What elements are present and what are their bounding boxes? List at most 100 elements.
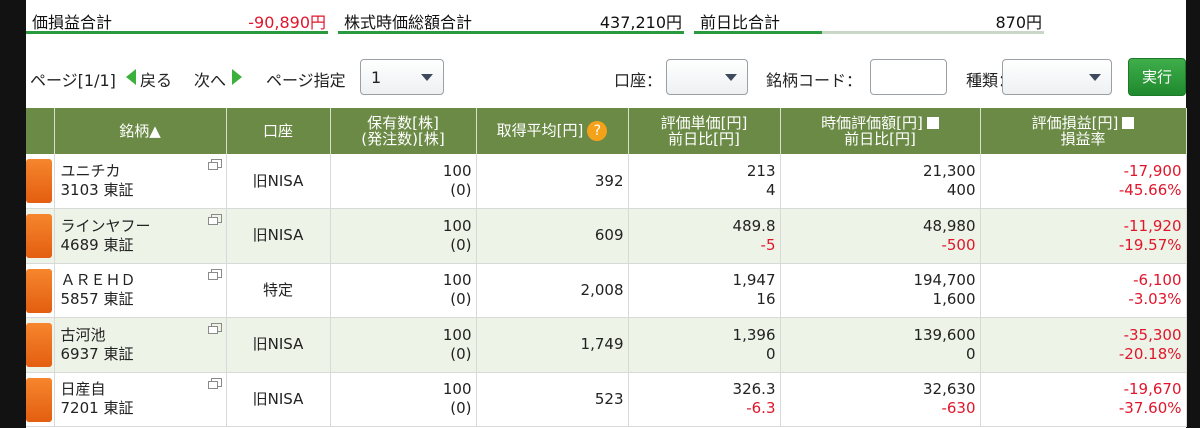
- summary-pl-value: -90,890円: [248, 13, 326, 32]
- order-quantity: (0): [450, 181, 472, 199]
- unit-price-cell: 213 4: [628, 154, 781, 209]
- summary-change-value: 870円: [995, 13, 1042, 32]
- held-quantity: 100: [442, 216, 472, 235]
- new-window-icon[interactable]: [207, 159, 222, 170]
- header-market-line2: 前日比[円]: [844, 130, 916, 148]
- account-cell: 旧NISA: [226, 208, 331, 264]
- stock-code: 7201 東証: [60, 399, 134, 418]
- market-value-cell: 21,300 400: [780, 154, 981, 209]
- unit-price: 489.8: [732, 216, 776, 235]
- quantity-cell: 100 (0): [330, 263, 477, 318]
- row-action-cell: [26, 154, 55, 209]
- unit-price: 213: [746, 162, 776, 180]
- stock-name-link[interactable]: 古河池: [61, 326, 222, 345]
- stock-name-cell: 古河池 6937 東証: [54, 317, 227, 373]
- summary-day-change: 前日比合計 870円: [694, 0, 1044, 34]
- market-value-change: 400: [946, 181, 976, 199]
- order-quantity: (0): [450, 399, 472, 418]
- stock-name-link[interactable]: 日産自: [61, 380, 222, 399]
- header-average-label: 取得平均[円]: [496, 121, 584, 140]
- average-cost-cell: 392: [476, 154, 629, 209]
- quantity-cell: 100 (0): [330, 317, 477, 373]
- average-cost-cell: 609: [476, 208, 629, 264]
- profit-loss-cell: -17,900 -45.66%: [980, 154, 1187, 209]
- profit-loss-rate: -3.03%: [1128, 290, 1182, 309]
- stock-name-cell: ユニチカ 3103 東証: [54, 154, 227, 209]
- stock-name-cell: ＡＲＥＨＤ 5857 東証: [54, 263, 227, 318]
- market-value-cell: 32,630 -630: [780, 372, 981, 427]
- page-info: ページ[1/1]: [30, 71, 116, 90]
- stock-name-link[interactable]: ユニチカ: [61, 162, 222, 181]
- unit-price-cell: 489.8 -5: [628, 208, 781, 264]
- profit-loss-rate: -37.60%: [1118, 399, 1182, 418]
- account-cell: 旧NISA: [226, 317, 331, 373]
- market-value: 139,600: [913, 325, 976, 344]
- header-average-cost: 取得平均[円]?: [476, 108, 629, 154]
- stock-code: 3103 東証: [60, 181, 134, 199]
- header-pl-checkbox[interactable]: [1122, 117, 1135, 129]
- trade-button[interactable]: [26, 268, 52, 313]
- trade-button[interactable]: [26, 323, 52, 367]
- header-stock-name[interactable]: 銘柄▲: [54, 108, 227, 154]
- summary-pl-label: 価損益合計: [32, 13, 113, 32]
- new-window-icon[interactable]: [207, 323, 222, 334]
- chevron-down-icon: [421, 74, 433, 81]
- profit-loss: -35,300: [1123, 325, 1182, 344]
- left-screen-edge: [0, 0, 26, 428]
- header-quantity-line1: 保有数[株]: [367, 114, 439, 132]
- row-action-cell: [26, 372, 55, 427]
- trade-button[interactable]: [26, 377, 52, 422]
- new-window-icon[interactable]: [207, 377, 222, 389]
- summary-change-label: 前日比合計: [700, 13, 781, 32]
- average-cost-cell: 1,749: [476, 317, 629, 373]
- order-quantity: (0): [450, 344, 472, 363]
- page-select-label: ページ指定: [266, 71, 346, 90]
- table-row: 日産自 7201 東証 旧NISA 100 (0) 523 326.3 -6.3 32,630-…: [26, 372, 1187, 427]
- profit-loss: -6,100: [1133, 271, 1182, 290]
- market-value-change: 0: [965, 344, 976, 363]
- next-arrow-icon[interactable]: [232, 69, 242, 85]
- held-quantity: 100: [442, 380, 472, 399]
- account-cell: 旧NISA: [226, 154, 331, 209]
- new-window-icon[interactable]: [207, 214, 222, 225]
- account-label: 口座：: [614, 71, 663, 90]
- type-select[interactable]: [1002, 59, 1112, 95]
- trade-button[interactable]: [26, 214, 52, 258]
- profit-loss-cell: -19,670 -37.60%: [980, 372, 1187, 427]
- market-value: 32,630: [923, 380, 976, 399]
- chevron-down-icon: [725, 74, 737, 81]
- header-market-checkbox[interactable]: [926, 117, 939, 129]
- unit-price-cell: 326.3 -6.3: [628, 372, 781, 427]
- unit-price-cell: 1,947 16: [628, 263, 781, 318]
- back-arrow-icon[interactable]: [126, 69, 136, 85]
- table-header-row: 銘柄▲ 口座 保有数[株] (発注数)[株] 取得平均[円]? 評価単価[円] …: [26, 108, 1187, 154]
- stock-code-input[interactable]: [870, 59, 947, 95]
- stock-name-link[interactable]: ラインヤフー: [61, 217, 222, 236]
- profit-loss: -11,920: [1123, 216, 1182, 235]
- new-window-icon[interactable]: [207, 268, 222, 280]
- quantity-cell: 100 (0): [330, 154, 477, 209]
- pager-toolbar: ページ[1/1] 戻る 次へ ページ指定 1 口座： 銘柄コード： 種類： 実行: [26, 58, 1186, 98]
- market-value-cell: 139,600 0: [780, 317, 981, 373]
- order-quantity: (0): [450, 235, 472, 254]
- market-value-change: -630: [941, 399, 976, 418]
- page-select[interactable]: 1: [360, 59, 444, 95]
- account-cell: 特定: [226, 263, 331, 318]
- unit-price-change: -5: [760, 235, 776, 254]
- market-value: 194,700: [913, 271, 976, 290]
- table-row: ユニチカ 3103 東証 旧NISA 100 (0) 392 213 4 21,300 400 -1…: [26, 154, 1187, 209]
- header-unit-line1: 評価単価[円]: [660, 114, 748, 132]
- profit-loss-rate: -20.18%: [1118, 344, 1182, 363]
- stock-code: 5857 東証: [60, 290, 134, 309]
- help-icon[interactable]: ?: [587, 121, 608, 141]
- stock-name-link[interactable]: ＡＲＥＨＤ: [61, 271, 222, 290]
- next-link[interactable]: 次へ: [194, 67, 226, 91]
- execute-button[interactable]: 実行: [1128, 58, 1186, 96]
- header-quantity-line2: (発注数)[株]: [361, 130, 445, 148]
- chevron-down-icon: [1089, 74, 1101, 81]
- account-select[interactable]: [666, 59, 748, 95]
- held-quantity: 100: [442, 325, 472, 344]
- average-cost-cell: 523: [476, 372, 629, 427]
- back-link[interactable]: 戻る: [140, 67, 172, 91]
- trade-button[interactable]: [26, 159, 52, 203]
